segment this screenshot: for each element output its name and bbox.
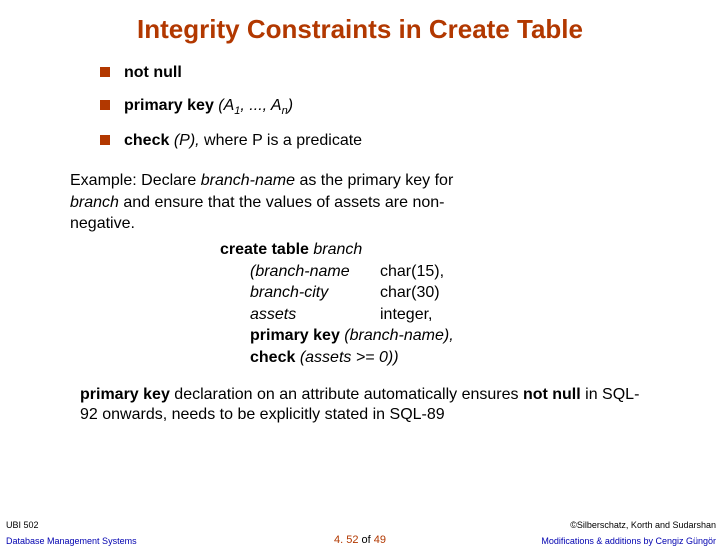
bullet-text: check (P), where P is a predicate <box>124 132 362 150</box>
bullet-item: not null <box>100 63 680 82</box>
bullet-item: check (P), where P is a predicate <box>100 131 680 150</box>
footer-dbms: Database Management Systems <box>6 536 137 546</box>
square-bullet-icon <box>100 67 110 77</box>
footer-mods: Modifications & additions by Cengiz Güng… <box>541 536 716 546</box>
sql-code: create table branch (branch-namechar(15)… <box>220 239 680 369</box>
slide-title: Integrity Constraints in Create Table <box>0 14 720 45</box>
square-bullet-icon <box>100 100 110 110</box>
bullet-list: not null primary key (A1, ..., An) check… <box>100 63 680 150</box>
bullet-text: not null <box>124 64 182 81</box>
footer-page: 4. 52 of 49 <box>334 534 386 546</box>
slide-content: not null primary key (A1, ..., An) check… <box>0 63 720 426</box>
footer-course: UBI 502 <box>6 520 39 530</box>
bullet-item: primary key (A1, ..., An) <box>100 96 680 117</box>
square-bullet-icon <box>100 135 110 145</box>
example-text: Example: Declare branch-name as the prim… <box>70 170 680 235</box>
footnote-text: primary key declaration on an attribute … <box>80 385 680 427</box>
bullet-text: primary key (A1, ..., An) <box>124 97 293 117</box>
footer-copyright: ©Silberschatz, Korth and Sudarshan <box>570 520 716 530</box>
